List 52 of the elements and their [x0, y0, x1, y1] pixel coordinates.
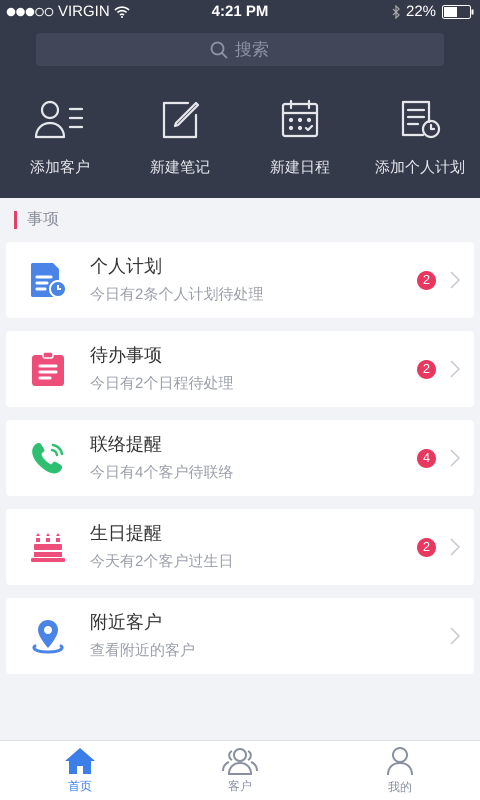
search-field[interactable]: 搜索	[36, 33, 444, 66]
battery-icon	[442, 5, 474, 19]
item-title: 附近客户	[90, 611, 163, 634]
person-list-icon	[34, 99, 86, 139]
item-subtitle: 今日有4个客户待联络	[90, 463, 234, 484]
section-title: 事项	[27, 210, 59, 230]
item-subtitle: 今日有2条个人计划待处理	[90, 285, 264, 306]
item-title: 待办事项	[90, 344, 163, 368]
search-icon	[210, 41, 228, 59]
chevron-right-icon	[450, 627, 460, 645]
calendar-icon	[280, 99, 320, 139]
chevron-right-icon	[450, 538, 460, 556]
edit-icon	[160, 99, 200, 139]
wifi-icon	[114, 6, 130, 18]
chevron-right-icon	[450, 449, 460, 467]
count-badge: 4	[417, 448, 436, 468]
bluetooth-icon	[392, 5, 400, 19]
count-badge: 2	[417, 360, 436, 378]
people-icon	[222, 746, 258, 774]
list-item-card[interactable]: 联络提醒 今日有4个客户待联络 4	[6, 420, 474, 496]
person-icon	[386, 746, 414, 776]
clipboard-icon	[31, 351, 65, 387]
count-badge: 2	[417, 538, 436, 556]
document-clock-icon	[399, 99, 441, 139]
carrier-text: VIRGIN	[58, 2, 110, 22]
quick-action-button[interactable]: 添加个人计划	[360, 99, 480, 180]
item-subtitle: 今日有2个日程待处理	[90, 374, 234, 394]
tab-button[interactable]: 首页	[0, 741, 160, 800]
chevron-right-icon	[450, 360, 460, 378]
list-item-card[interactable]: 附近客户 查看附近的客户	[6, 598, 474, 674]
count-badge: 2	[417, 270, 436, 290]
item-title: 生日提醒	[90, 522, 163, 546]
quick-action-button[interactable]: 新建日程	[240, 99, 360, 180]
home-icon	[64, 746, 96, 774]
clock-text: 4:21 PM	[212, 2, 268, 22]
item-subtitle: 查看附近的客户	[90, 641, 196, 662]
location-pin-icon	[31, 618, 65, 654]
quick-action-button[interactable]: 添加客户	[0, 99, 120, 180]
document-clock-icon	[29, 262, 67, 298]
item-title: 个人计划	[90, 255, 163, 278]
quick-action-button[interactable]: 新建笔记	[120, 99, 240, 180]
section-marker	[14, 211, 17, 229]
battery-text: 22%	[406, 2, 436, 22]
list-item-card[interactable]: 个人计划 今日有2条个人计划待处理 2	[6, 242, 474, 318]
cake-icon	[30, 531, 66, 563]
item-subtitle: 今天有2个客户过生日	[90, 552, 234, 572]
signal-icon	[6, 7, 54, 17]
item-title: 联络提醒	[90, 433, 163, 456]
list-item-card[interactable]: 待办事项 今日有2个日程待处理 2	[6, 331, 474, 407]
list-item-card[interactable]: 生日提醒 今天有2个客户过生日 2	[6, 509, 474, 585]
phone-icon	[30, 440, 66, 476]
chevron-right-icon	[450, 271, 460, 289]
